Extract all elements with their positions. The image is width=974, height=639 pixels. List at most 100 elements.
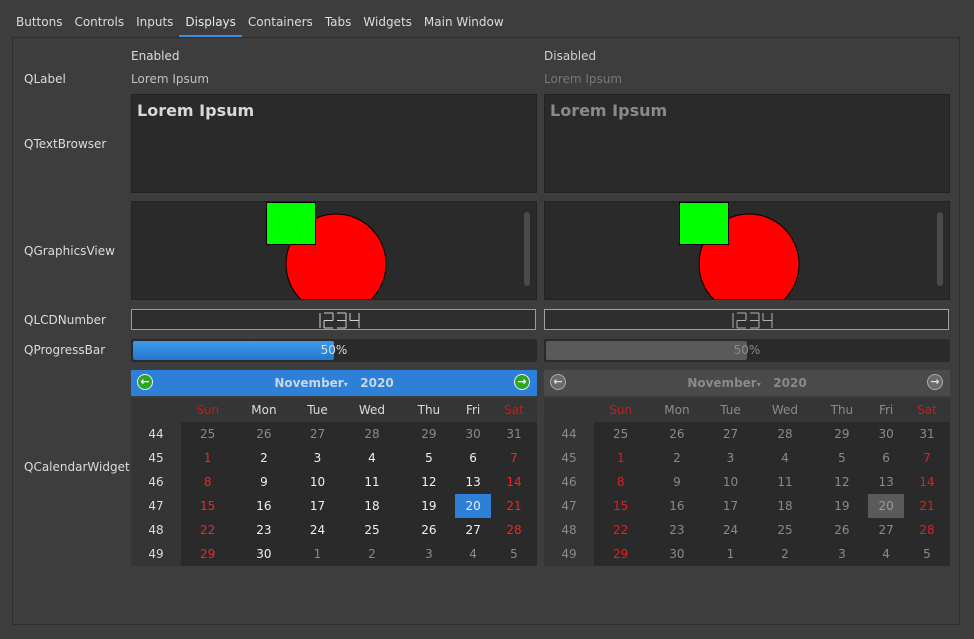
weekday-sun: Sun [594,398,648,422]
green-square [266,202,316,245]
calendar-day[interactable]: 26 [234,422,294,446]
calendar-day[interactable]: 28 [341,422,403,446]
graphics-scene [679,202,800,299]
week-number: 44 [131,422,181,446]
calendar-day: 23 [647,518,707,542]
calendar-day[interactable]: 22 [181,518,235,542]
calendar-day[interactable]: 15 [181,494,235,518]
calendar-day[interactable]: 18 [341,494,403,518]
calendar-day[interactable]: 11 [341,470,403,494]
chevron-down-icon: ▾ [756,380,761,389]
week-number: 45 [131,446,181,470]
calendar-day[interactable]: 27 [455,518,491,542]
weekday-tue: Tue [293,398,342,422]
week-number: 46 [131,470,181,494]
calendar-day[interactable]: 20 [455,494,491,518]
calendar-day[interactable]: 2 [341,542,403,566]
calendar-day[interactable]: 30 [234,542,294,566]
weekday-wed: Wed [341,398,403,422]
calendar-day[interactable]: 17 [293,494,342,518]
calendar-day: 1 [706,542,755,566]
lcd-enabled [131,309,536,330]
calendar-grid: Sun Mon Tue Wed Thu Fri Sat 44 25 26 27 28 29… [131,398,537,566]
calendar-week-row: 45 1 2 3 4 5 6 7 [544,446,950,470]
calendar-day: 5 [815,446,869,470]
calendar-day[interactable]: 7 [490,446,537,470]
calendar-day[interactable]: 24 [293,518,342,542]
calendar-day[interactable]: 14 [490,470,537,494]
calendar-day[interactable]: 31 [490,422,537,446]
calendar-week-row: 47 15 16 17 18 19 20 21 [544,494,950,518]
textbrowser-enabled[interactable]: Lorem Ipsum [131,94,537,193]
next-month-button: → [927,374,943,390]
month-label[interactable]: November [274,376,343,390]
calendar-day[interactable]: 13 [455,470,491,494]
week-number: 47 [131,494,181,518]
label-disabled: Lorem Ipsum [544,72,623,86]
tab-controls[interactable]: Controls [68,12,130,35]
calendar-day[interactable]: 8 [181,470,235,494]
tab-inputs[interactable]: Inputs [130,12,179,35]
year-label[interactable]: 2020 [360,376,393,390]
calendar-day[interactable]: 3 [402,542,456,566]
calendar-day: 8 [594,470,648,494]
calendar-day[interactable]: 25 [181,422,235,446]
calendar-day[interactable]: 10 [293,470,342,494]
textbrowser-disabled: Lorem Ipsum [544,94,950,193]
row-label-qlcdnumber: QLCDNumber [24,313,106,327]
calendar-day[interactable]: 4 [455,542,491,566]
calendar-day[interactable]: 1 [293,542,342,566]
calendar-title: November▾ 2020 [544,376,950,390]
calendar-week-row: 49 29 30 1 2 3 4 5 [544,542,950,566]
calendar-day[interactable]: 25 [341,518,403,542]
calendar-day[interactable]: 3 [293,446,342,470]
calendar-title[interactable]: November▾ 2020 [131,376,537,390]
calendar-day: 7 [903,446,950,470]
lcd-disabled [544,309,949,330]
tab-buttons[interactable]: Buttons [10,12,68,35]
calendar-day[interactable]: 29 [181,542,235,566]
calendar-day[interactable]: 2 [234,446,294,470]
weekday-sat: Sat [490,398,537,422]
calendar-day[interactable]: 28 [490,518,537,542]
calendar-day[interactable]: 23 [234,518,294,542]
calendar-day[interactable]: 26 [402,518,456,542]
calendar-day: 13 [868,470,904,494]
week-number: 45 [544,446,594,470]
calendar-day[interactable]: 19 [402,494,456,518]
month-label: November [687,376,757,390]
calendar-nav-bar: ← November▾ 2020 → [544,370,950,396]
vertical-scrollbar [937,212,943,286]
tab-main-window[interactable]: Main Window [418,12,510,35]
calendar-day[interactable]: 9 [234,470,294,494]
weekday-fri: Fri [455,398,491,422]
graphicsview-enabled[interactable] [131,201,537,300]
tab-containers[interactable]: Containers [242,12,319,35]
tab-displays[interactable]: Displays [179,12,242,37]
calendar-day[interactable]: 5 [490,542,537,566]
next-month-button[interactable]: → [514,374,530,390]
weekday-thu: Thu [402,398,456,422]
calendar-day: 5 [903,542,950,566]
enabled-header: Enabled [131,49,180,63]
calendar-day[interactable]: 4 [341,446,403,470]
calendar-enabled[interactable]: ← November▾ 2020 → Sun Mon Tue Wed Thu F… [131,370,537,566]
calendar-day[interactable]: 21 [490,494,537,518]
calendar-day[interactable]: 5 [402,446,456,470]
calendar-day[interactable]: 16 [234,494,294,518]
calendar-day: 11 [754,470,816,494]
calendar-day[interactable]: 1 [181,446,235,470]
row-label-qlabel: QLabel [24,72,66,86]
calendar-day: 10 [706,470,755,494]
vertical-scrollbar[interactable] [524,212,530,286]
tab-widgets[interactable]: Widgets [357,12,418,35]
calendar-day[interactable]: 6 [455,446,491,470]
calendar-day[interactable]: 30 [455,422,491,446]
tab-tabs[interactable]: Tabs [319,12,358,35]
calendar-day[interactable]: 12 [402,470,456,494]
calendar-day[interactable]: 27 [293,422,342,446]
calendar-week-row: 46 8 9 10 11 12 13 14 [544,470,950,494]
calendar-day[interactable]: 29 [402,422,456,446]
weekday-mon: Mon [234,398,294,422]
week-number: 48 [544,518,594,542]
